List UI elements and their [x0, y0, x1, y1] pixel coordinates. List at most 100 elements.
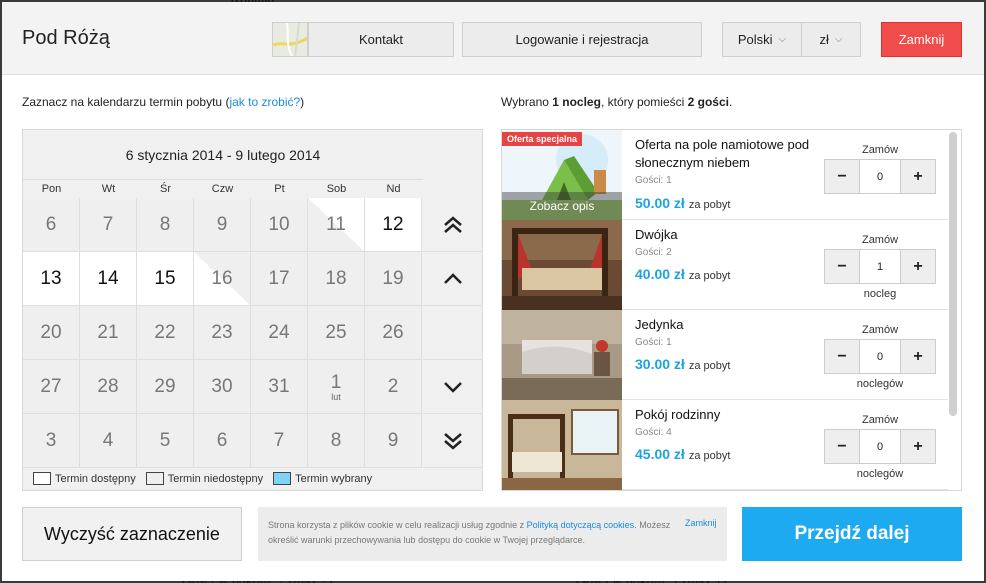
- increment-button[interactable]: +: [900, 339, 936, 374]
- calendar-day[interactable]: 3: [23, 414, 80, 468]
- calendar-day[interactable]: 31: [251, 360, 308, 414]
- calendar-day[interactable]: 12: [365, 198, 422, 252]
- room-name: Dwójka: [635, 227, 678, 242]
- room-thumbnail[interactable]: [502, 220, 622, 310]
- calendar-day[interactable]: 27: [23, 360, 80, 414]
- day-number: 7: [102, 213, 114, 235]
- next-step-button[interactable]: Przejdź dalej: [742, 507, 962, 561]
- room-thumbnail[interactable]: Oferta specjalna Zobacz opis: [502, 130, 622, 220]
- quantity-unit: noclegów: [856, 468, 904, 480]
- how-to-link[interactable]: jak to zrobić?: [229, 95, 300, 109]
- day-number: 8: [159, 213, 171, 235]
- room-thumbnail[interactable]: [502, 400, 622, 490]
- quantity-value[interactable]: 0: [860, 339, 900, 374]
- calendar-day[interactable]: 9: [194, 198, 251, 252]
- increment-button[interactable]: +: [900, 159, 936, 194]
- decrement-button[interactable]: −: [824, 339, 860, 374]
- calendar-day[interactable]: 1 lut: [308, 360, 365, 414]
- day-number: 7: [273, 429, 285, 451]
- legend-swatch: [33, 472, 51, 485]
- day-number: 24: [268, 321, 290, 343]
- legend-available: Termin dostępny: [33, 472, 136, 485]
- room-guests: Gości: 2: [635, 247, 672, 258]
- day-number: 16: [211, 267, 233, 289]
- nav-down[interactable]: [423, 360, 483, 414]
- quantity-value[interactable]: 0: [860, 429, 900, 464]
- weekday-label: Wt: [101, 183, 116, 195]
- calendar-day[interactable]: 14: [80, 252, 137, 306]
- order-label: Zamów: [861, 234, 899, 246]
- decrement-button[interactable]: −: [824, 429, 860, 464]
- language-select[interactable]: Polski ⌵: [722, 22, 802, 57]
- room-list[interactable]: Oferta specjalna Zobacz opis Oferta na p…: [501, 129, 962, 491]
- contact-button[interactable]: Kontakt: [308, 22, 454, 57]
- calendar-day[interactable]: 17: [251, 252, 308, 306]
- calendar-day[interactable]: 10: [251, 198, 308, 252]
- legend-label: Termin niedostępny: [167, 472, 264, 485]
- map-thumbnail[interactable]: [272, 22, 308, 57]
- day-number: 10: [268, 213, 290, 235]
- show-description-overlay[interactable]: Zobacz opis: [502, 192, 622, 220]
- quantity-unit: nocleg: [863, 288, 897, 300]
- decrement-button[interactable]: −: [824, 249, 860, 284]
- currency-select[interactable]: zł ⌵: [801, 22, 861, 57]
- increment-button[interactable]: +: [900, 249, 936, 284]
- room-price-row: 45.00 zł za pobyt: [635, 446, 730, 462]
- calendar-day[interactable]: 24: [251, 306, 308, 360]
- quantity-value[interactable]: 0: [860, 159, 900, 194]
- calendar-day[interactable]: 18: [308, 252, 365, 306]
- room-price-unit: za pobyt: [688, 360, 731, 372]
- nav-up-double[interactable]: [423, 198, 483, 252]
- calendar-day[interactable]: 4: [80, 414, 137, 468]
- clear-selection-button[interactable]: Wyczyść zaznaczenie: [22, 507, 242, 561]
- calendar-day[interactable]: 23: [194, 306, 251, 360]
- calendar-day[interactable]: 7: [251, 414, 308, 468]
- calendar-day[interactable]: 15: [137, 252, 194, 306]
- nav-up[interactable]: [423, 252, 483, 306]
- calendar-day[interactable]: 29: [137, 360, 194, 414]
- room-image: [502, 310, 622, 400]
- month-label: lut: [331, 391, 341, 402]
- calendar-day[interactable]: 16: [194, 252, 251, 306]
- cookie-policy-link[interactable]: Polityką dotyczącą cookies: [527, 520, 635, 530]
- close-button[interactable]: Zamknij: [881, 22, 962, 57]
- calendar-day[interactable]: 30: [194, 360, 251, 414]
- room-image: [502, 400, 622, 490]
- calendar-day[interactable]: 8: [308, 414, 365, 468]
- weekday-label: Pt: [274, 183, 285, 195]
- calendar-day[interactable]: 7: [80, 198, 137, 252]
- nav-down-double[interactable]: [423, 414, 483, 468]
- calendar-day[interactable]: 6: [194, 414, 251, 468]
- calendar-day[interactable]: 5: [137, 414, 194, 468]
- calendar-legend: Termin dostępny Termin niedostępny Termi…: [33, 472, 382, 485]
- decrement-button[interactable]: −: [824, 159, 860, 194]
- calendar: 6 stycznia 2014 - 9 lutego 2014 Pon Wt Śr C…: [22, 129, 483, 491]
- calendar-day[interactable]: 2: [365, 360, 422, 414]
- calendar-day[interactable]: 20: [23, 306, 80, 360]
- calendar-day[interactable]: 11: [308, 198, 365, 252]
- room-price-unit: za pobyt: [688, 450, 731, 462]
- calendar-range: 6 stycznia 2014 - 9 lutego 2014: [23, 130, 423, 180]
- room-thumbnail[interactable]: [502, 310, 622, 400]
- calendar-day[interactable]: 8: [137, 198, 194, 252]
- quantity-value[interactable]: 1: [860, 249, 900, 284]
- room-price: 50.00 zł: [635, 195, 685, 211]
- calendar-day[interactable]: 22: [137, 306, 194, 360]
- room-list-scrollbar[interactable]: [949, 132, 957, 416]
- calendar-day[interactable]: 9: [365, 414, 422, 468]
- calendar-day[interactable]: 6: [23, 198, 80, 252]
- increment-button[interactable]: +: [900, 429, 936, 464]
- calendar-day[interactable]: 28: [80, 360, 137, 414]
- calendar-day[interactable]: 13: [23, 252, 80, 306]
- instruction-text: ): [300, 95, 305, 109]
- calendar-day[interactable]: 26: [365, 306, 422, 360]
- calendar-day[interactable]: 19: [365, 252, 422, 306]
- calendar-day[interactable]: 21: [80, 306, 137, 360]
- summary-text: , który pomieści: [600, 95, 688, 109]
- login-register-button[interactable]: Logowanie i rejestracja: [462, 22, 702, 57]
- cookie-close-link[interactable]: Zamknij: [685, 518, 717, 528]
- chevron-up-icon: [444, 272, 462, 284]
- day-number: 12: [382, 213, 404, 235]
- calendar-day[interactable]: 25: [308, 306, 365, 360]
- currency-value: zł: [819, 32, 829, 47]
